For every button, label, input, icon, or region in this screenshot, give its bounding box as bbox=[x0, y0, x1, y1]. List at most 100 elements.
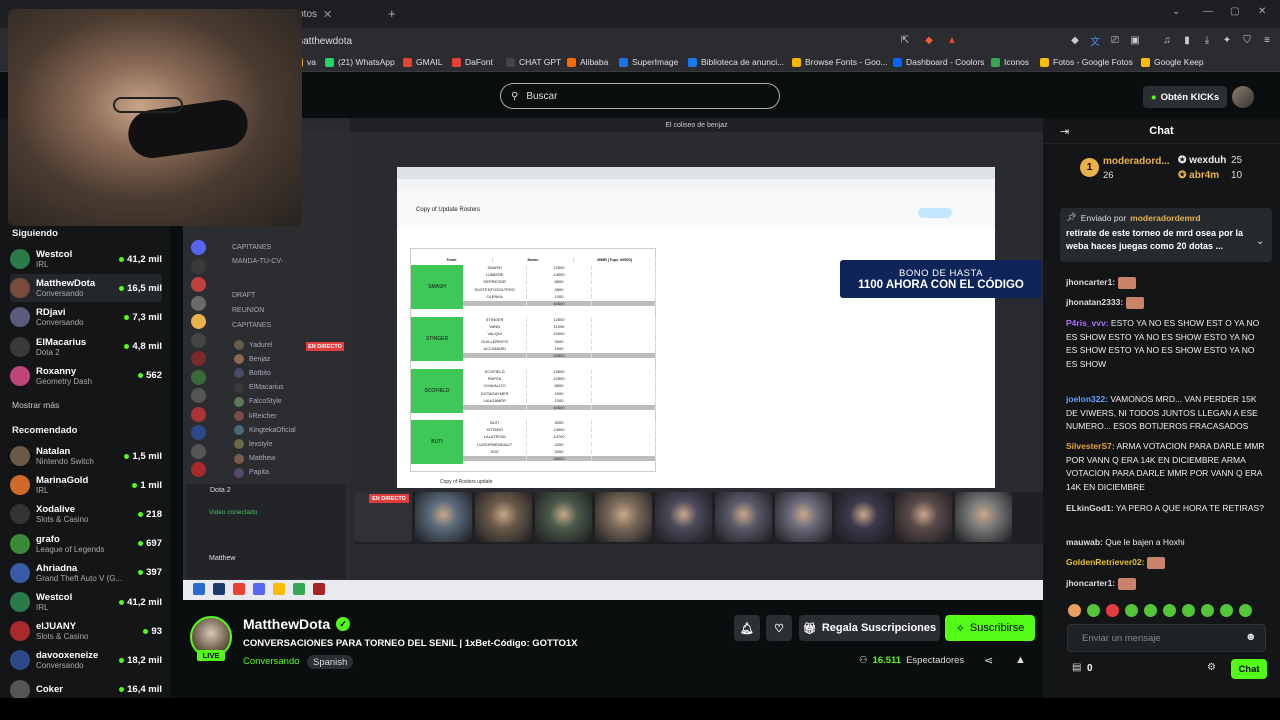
user-avatar[interactable] bbox=[1232, 86, 1254, 108]
share-icon[interactable]: ⇱ bbox=[898, 33, 912, 47]
kicks-wallet-icon[interactable]: ▤ bbox=[1072, 662, 1081, 673]
discord-channel-name: CAPITANES bbox=[232, 244, 272, 251]
report-icon[interactable]: ▲ bbox=[1015, 654, 1026, 666]
chat-settings-icon[interactable]: ⚙ bbox=[1207, 662, 1216, 673]
minimize-icon[interactable]: — bbox=[1203, 6, 1213, 17]
image-icon[interactable]: ▣ bbox=[1128, 33, 1142, 47]
emoji-icon[interactable]: ☻ bbox=[1245, 631, 1257, 643]
chat-username[interactable]: SilvesterS7: bbox=[1066, 441, 1115, 451]
follow-button[interactable]: ♡ bbox=[766, 615, 792, 641]
discord-user-avatar bbox=[234, 354, 244, 365]
sidebar-channel[interactable]: davooxeneize Conversando 18,2 mil bbox=[10, 646, 162, 674]
emote-icon[interactable] bbox=[1068, 604, 1081, 617]
language-tag[interactable]: Spanish bbox=[307, 655, 354, 669]
expand-pinned-icon[interactable]: ⌄ bbox=[1256, 236, 1264, 247]
sidebar-channel[interactable]: elJUANY Slots & Casino 93 bbox=[10, 617, 162, 645]
bookmark-item[interactable]: Iconos bbox=[991, 57, 1029, 67]
translate-icon[interactable]: 文 bbox=[1088, 33, 1102, 48]
emote-icon[interactable] bbox=[1163, 604, 1176, 617]
player-extra bbox=[592, 293, 656, 299]
music-icon[interactable]: ♫ bbox=[1160, 33, 1174, 47]
share-stream-icon[interactable]: ⋖ bbox=[984, 654, 993, 667]
chat-username[interactable]: GoldenRetriever02: bbox=[1066, 557, 1144, 567]
player-mmr: 8500 bbox=[527, 279, 592, 285]
sidebar-channel[interactable]: Natalan Nintendo Switch 1,5 mil bbox=[10, 442, 162, 470]
sidebar-channel[interactable]: RDjavi Conversando 7,3 mil bbox=[10, 303, 162, 331]
emote-icon[interactable] bbox=[1106, 604, 1119, 617]
emote-icon[interactable] bbox=[1201, 604, 1214, 617]
streamer-name[interactable]: MatthewDota bbox=[243, 616, 330, 632]
emote-icon[interactable] bbox=[1182, 604, 1195, 617]
close-tab-icon[interactable]: ✕ bbox=[323, 8, 332, 21]
channel-viewers: 18,2 mil bbox=[119, 655, 162, 666]
bookmark-item[interactable]: GMAIL bbox=[403, 57, 442, 67]
emote-icon[interactable] bbox=[1125, 604, 1138, 617]
stream-category[interactable]: Conversando bbox=[243, 656, 300, 667]
bookmark-item[interactable]: DaFont bbox=[452, 57, 493, 67]
bookmark-item[interactable]: Browse Fonts - Goo... bbox=[792, 57, 888, 67]
sidebar-channel[interactable]: MatthewDota Conversando 16,5 mil bbox=[10, 274, 162, 303]
chat-input[interactable]: Enviar un mensaje bbox=[1067, 624, 1266, 652]
sidebar-channel[interactable]: Xodalive Slots & Casino 218 bbox=[10, 500, 162, 528]
sidebar-channel[interactable]: grafo League of Legends 697 bbox=[10, 530, 162, 558]
show-more-link[interactable]: Mostrar más bbox=[12, 400, 59, 410]
sparkle-icon[interactable]: ✦ bbox=[1220, 33, 1234, 47]
subscribe-button[interactable]: ✧ Suscribirse bbox=[945, 615, 1035, 641]
maximize-icon[interactable]: ▢ bbox=[1230, 6, 1239, 17]
get-kicks-button[interactable]: ● Obtén KICKs bbox=[1143, 86, 1227, 108]
emote-icon[interactable] bbox=[1239, 604, 1252, 617]
chat-username[interactable]: jhoncarter1: bbox=[1066, 277, 1115, 287]
chat-username[interactable]: mauwab: bbox=[1066, 537, 1103, 547]
sidebar-channel[interactable]: Westcol IRL 41,2 mil bbox=[10, 588, 162, 616]
chat-username[interactable]: jhonatan2333: bbox=[1066, 297, 1123, 307]
emote-icon[interactable] bbox=[1220, 604, 1233, 617]
notifications-button[interactable]: 🔔︎ bbox=[734, 615, 760, 641]
vpn-icon[interactable]: ⛉ bbox=[1240, 33, 1254, 47]
player-mmr: 3500 bbox=[527, 338, 592, 344]
chat-username[interactable]: ELkinGod1: bbox=[1066, 503, 1114, 513]
collapse-chat-icon[interactable]: ⇥ bbox=[1060, 125, 1069, 138]
menu-icon[interactable]: ≡ bbox=[1260, 33, 1274, 47]
emote-icon[interactable] bbox=[1144, 604, 1157, 617]
close-window-icon[interactable]: ✕ bbox=[1258, 6, 1266, 17]
extension-icon[interactable]: ◆ bbox=[1068, 33, 1082, 47]
bookmark-item[interactable]: Alibaba bbox=[567, 57, 608, 67]
bookmark-item[interactable]: Dashboard - Coolors bbox=[893, 57, 984, 67]
sidebar-channel[interactable]: Westcol IRL 41,2 mil bbox=[10, 245, 162, 273]
chat-username[interactable]: joelon322: bbox=[1066, 394, 1108, 404]
discord-user-name: Botbito bbox=[249, 369, 271, 377]
bookmark-item[interactable]: Fotos - Google Fotos bbox=[1040, 57, 1133, 67]
search-input[interactable]: ⚲ Buscar bbox=[500, 83, 780, 109]
chat-username[interactable]: jhoncarter1: bbox=[1066, 578, 1115, 588]
bookmark-item[interactable]: (21) WhatsApp bbox=[325, 57, 395, 67]
chat-send-button[interactable]: Chat bbox=[1231, 659, 1267, 679]
team-cell: BUTI bbox=[411, 420, 463, 464]
sidebar-channel[interactable]: Roxanny Geometry Dash 562 bbox=[10, 362, 162, 390]
rewards-icon[interactable]: ▲ bbox=[945, 33, 959, 47]
chevron-down-icon[interactable]: ⌄ bbox=[1172, 6, 1180, 17]
player-mmr: 1000 bbox=[527, 397, 592, 403]
bookmark-item[interactable]: CHAT GPT bbox=[506, 57, 561, 67]
sidebar-channel[interactable]: MarinaGold IRL 1 mil bbox=[10, 471, 162, 499]
team-total: 40500 bbox=[527, 405, 592, 410]
bookmark-item[interactable]: Google Keep bbox=[1141, 57, 1204, 67]
screenshot-icon[interactable]: ⎚ bbox=[1108, 33, 1122, 47]
sidebar-channel[interactable]: ElMacarius Dota 2 4,8 mil bbox=[10, 333, 162, 361]
channel-name: Westcol bbox=[36, 592, 73, 603]
pinned-message[interactable]: 📌︎ Enviado por moderadordemrd retirate d… bbox=[1060, 208, 1272, 262]
chat-message: SilvesterS7: ARMA VOTACION PARA DARLE MM… bbox=[1066, 440, 1266, 494]
brave-shield-icon[interactable]: ◆ bbox=[922, 33, 936, 47]
channel-info: RDjavi Conversando bbox=[36, 307, 118, 327]
emote-icon[interactable] bbox=[1087, 604, 1100, 617]
player-name: LUISORMENDIA27 bbox=[463, 441, 528, 447]
gifter-2-icon: ✪ bbox=[1178, 155, 1190, 166]
sidebar-channel[interactable]: Ahriadna Grand Theft Auto V (G... 397 bbox=[10, 559, 162, 587]
sidebar-icon[interactable]: ▮ bbox=[1180, 33, 1194, 47]
gift-subs-button[interactable]: 🎁︎ Regala Suscripciones bbox=[799, 615, 940, 641]
bookmark-item[interactable]: SuperImage bbox=[619, 57, 678, 67]
downloads-icon[interactable]: ⤓ bbox=[1200, 33, 1214, 47]
chat-username[interactable]: P4ris_vvv: bbox=[1066, 318, 1109, 328]
new-tab-icon[interactable]: + bbox=[388, 6, 396, 21]
bookmark-item[interactable]: Biblioteca de anunci... bbox=[688, 57, 784, 67]
bookmark-label: va bbox=[307, 57, 316, 67]
